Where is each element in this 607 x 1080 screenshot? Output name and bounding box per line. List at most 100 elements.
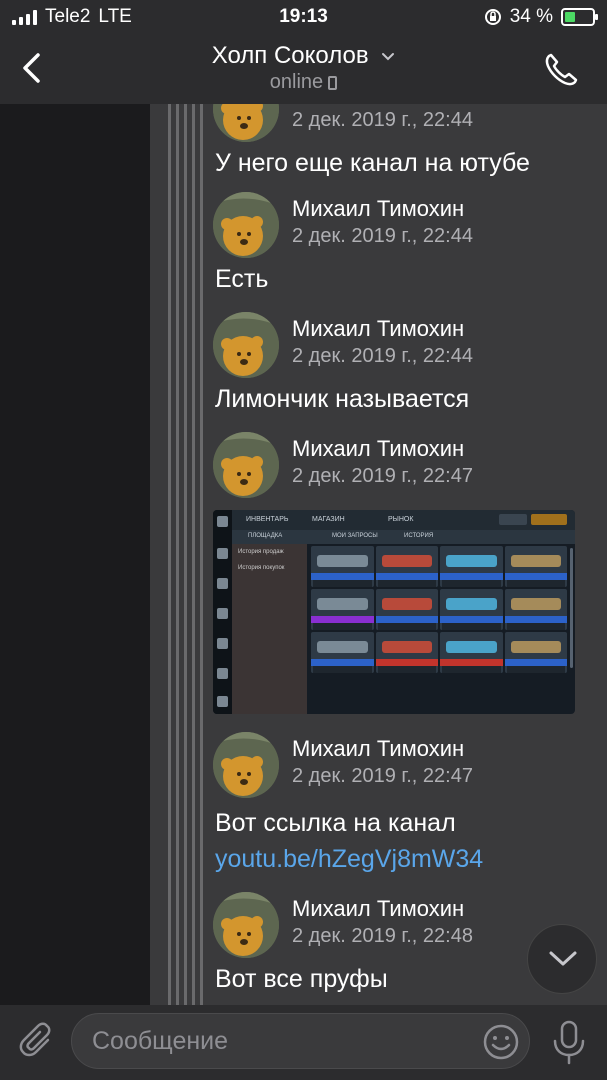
weapon-thumbnail	[381, 598, 432, 610]
message-date: 2 дек. 2019 г., 22:48	[292, 925, 473, 947]
attached-image[interactable]: ИНВЕНТАРЬ МАГАЗИН РЫНОК ПЛОЩАДКА МОИ ЗАП…	[213, 510, 575, 714]
image-tab: ИНВЕНТАРЬ	[246, 516, 289, 523]
message-text: Лимончик называется	[215, 385, 470, 413]
weapon-thumbnail	[317, 598, 368, 610]
weapon-thumbnail	[317, 641, 368, 653]
message-author: Михаил Тимохин	[292, 736, 465, 761]
battery-icon	[561, 8, 598, 26]
rarity-bar	[311, 573, 374, 580]
price-strip	[506, 580, 565, 587]
message-date: 2 дек. 2019 г., 22:47	[292, 765, 473, 787]
avatar	[213, 732, 279, 798]
image-item-cell	[375, 589, 438, 630]
message-date: 2 дек. 2019 г., 22:44	[292, 345, 473, 367]
rarity-bar	[375, 659, 438, 666]
image-subtab: ИСТОРИЯ	[404, 533, 434, 539]
chat-title[interactable]: Холп Соколов	[0, 42, 607, 70]
message-author: Михаил Тимохин	[292, 896, 465, 921]
message-date: 2 дек. 2019 г., 22:44	[292, 109, 473, 131]
image-item-cell	[311, 632, 374, 673]
scroll-to-bottom-button[interactable]	[527, 924, 597, 994]
price-strip	[506, 623, 565, 630]
rarity-bar	[440, 573, 503, 580]
price-strip	[313, 666, 372, 673]
forward-line	[176, 104, 179, 1005]
attach-button[interactable]	[18, 1022, 58, 1062]
image-item-cell	[440, 632, 503, 673]
rarity-bar	[504, 659, 567, 666]
image-history-item: История продаж	[238, 549, 284, 555]
microphone-button[interactable]	[549, 1019, 589, 1065]
image-item-cell	[504, 632, 567, 673]
forward-line	[168, 104, 171, 1005]
image-tab: МАГАЗИН	[312, 516, 345, 523]
price-strip	[377, 623, 436, 630]
contact-status: online	[0, 71, 607, 94]
image-item-cell	[375, 546, 438, 587]
message-author: Михаил Тимохин	[292, 436, 465, 461]
rarity-bar	[440, 616, 503, 623]
status-bar: Tele2 LTE 19:13 34 %	[0, 0, 607, 36]
image-item-grid	[311, 546, 567, 708]
message-composer	[0, 1005, 607, 1080]
weapon-thumbnail	[510, 598, 561, 610]
forward-line	[200, 104, 203, 1005]
rarity-bar	[311, 616, 374, 623]
call-button[interactable]	[541, 50, 581, 90]
message-input[interactable]	[71, 1013, 530, 1069]
forward-line	[184, 104, 187, 1005]
image-tab: РЫНОК	[388, 516, 414, 523]
price-strip	[442, 623, 501, 630]
image-item-cell	[440, 589, 503, 630]
chevron-down-icon	[382, 52, 395, 61]
message-date: 2 дек. 2019 г., 22:47	[292, 465, 473, 487]
chat-header: Холп Соколов online	[0, 36, 607, 105]
rarity-bar	[440, 659, 503, 666]
image-sidebar	[213, 510, 232, 714]
price-strip	[313, 623, 372, 630]
weapon-thumbnail	[510, 641, 561, 653]
rarity-bar	[375, 573, 438, 580]
chevron-down-icon	[549, 951, 577, 966]
image-tabs: ИНВЕНТАРЬ МАГАЗИН РЫНОК	[232, 510, 575, 530]
image-scrollbar	[570, 548, 573, 668]
weapon-thumbnail	[317, 555, 368, 567]
price-strip	[377, 666, 436, 673]
image-subtabs: ПЛОЩАДКА МОИ ЗАПРОСЫ ИСТОРИЯ	[232, 530, 575, 544]
message-list[interactable]: 2 дек. 2019 г., 22:44 У него еще канал н…	[0, 104, 607, 1005]
weapon-thumbnail	[446, 555, 497, 567]
status-right: 34 %	[484, 6, 598, 28]
image-item-cell	[504, 546, 567, 587]
emoji-button[interactable]	[481, 1022, 521, 1062]
contact-name: Холп Соколов	[211, 42, 369, 69]
chat-background	[0, 104, 150, 1005]
message-link[interactable]: youtu.be/hZegVj8mW34	[215, 845, 483, 874]
image-item-cell	[311, 589, 374, 630]
price-strip	[313, 580, 372, 587]
price-strip	[442, 666, 501, 673]
weapon-thumbnail	[381, 641, 432, 653]
message-text: Вот все пруфы	[215, 965, 388, 993]
avatar	[213, 312, 279, 378]
message-text: Есть	[215, 265, 269, 293]
message-author: Михаил Тимохин	[292, 316, 465, 341]
rarity-bar	[504, 573, 567, 580]
mobile-device-icon	[328, 75, 338, 90]
weapon-thumbnail	[446, 598, 497, 610]
message-text: У него еще канал на ютубе	[215, 149, 530, 177]
price-strip	[377, 580, 436, 587]
image-item-cell	[375, 632, 438, 673]
forward-line	[192, 104, 195, 1005]
message-author: Михаил Тимохин	[292, 196, 465, 221]
image-item-cell	[504, 589, 567, 630]
weapon-thumbnail	[381, 555, 432, 567]
weapon-thumbnail	[510, 555, 561, 567]
weapon-thumbnail	[446, 641, 497, 653]
message-text: Вот ссылка на канал	[215, 809, 456, 837]
message-date: 2 дек. 2019 г., 22:44	[292, 225, 473, 247]
rotation-lock-icon	[484, 9, 501, 25]
image-history: История продаж История покупок	[232, 544, 307, 714]
image-item-cell	[311, 546, 374, 587]
image-history-item: История покупок	[238, 565, 285, 571]
avatar	[213, 192, 279, 258]
